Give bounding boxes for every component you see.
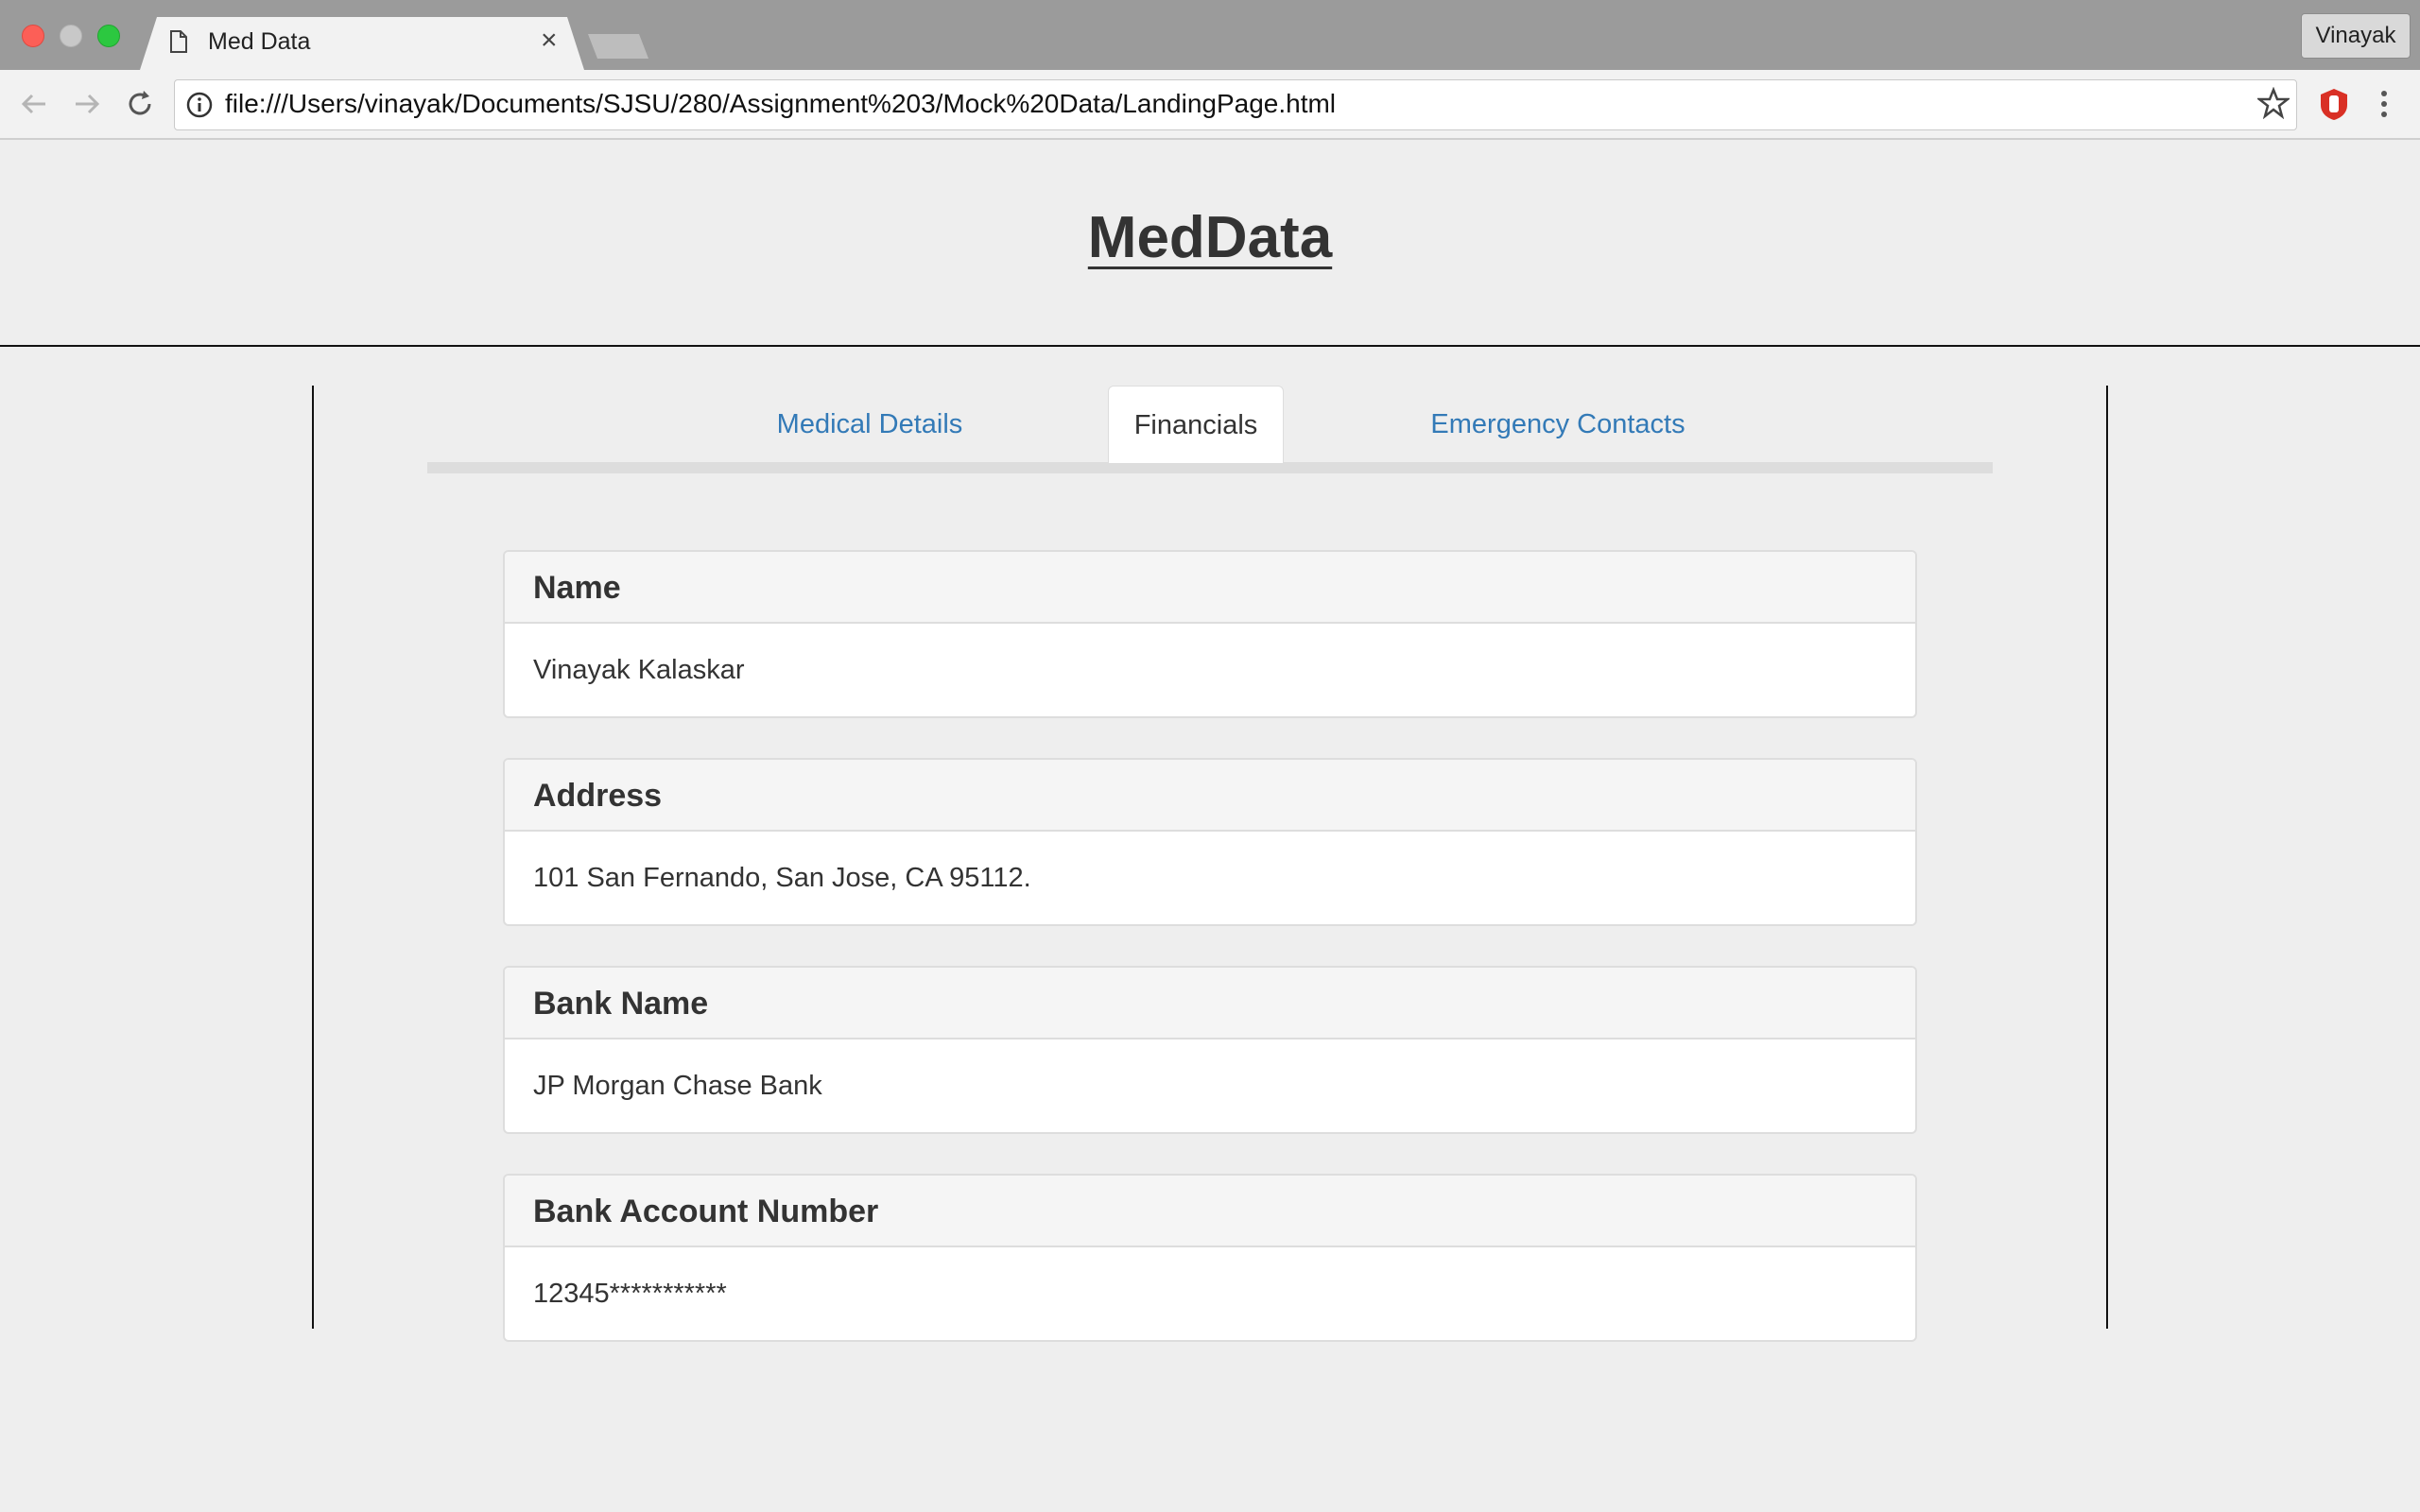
tab-emergency-contacts[interactable]: Emergency Contacts — [1418, 386, 1698, 463]
tab-medical-details[interactable]: Medical Details — [756, 386, 983, 463]
window-close-button[interactable] — [22, 25, 44, 47]
window-minimize-button[interactable] — [60, 25, 82, 47]
star-icon[interactable] — [2257, 87, 2290, 119]
kebab-menu-icon[interactable] — [2375, 87, 2394, 121]
bank-account-panel: Bank Account Number 12345*********** — [503, 1174, 1917, 1342]
right-border-line — [2106, 386, 2108, 1329]
panel-value: 101 San Fernando, San Jose, CA 95112. — [533, 863, 1031, 893]
back-arrow-icon[interactable] — [17, 87, 51, 121]
browser-tab-active[interactable] — [140, 17, 584, 70]
page-icon — [170, 30, 187, 53]
browser-tab-title: Med Data — [208, 28, 311, 55]
forward-arrow-icon[interactable] — [70, 87, 104, 121]
address-panel: Address 101 San Fernando, San Jose, CA 9… — [503, 758, 1917, 926]
tab-close-icon[interactable]: × — [541, 26, 558, 55]
profile-button[interactable]: Vinayak — [2301, 13, 2411, 59]
panel-value: 12345*********** — [533, 1279, 727, 1309]
panel-value: Vinayak Kalaskar — [533, 655, 745, 685]
panel-heading: Name — [505, 552, 1915, 624]
header-divider — [0, 345, 2420, 347]
extension-icon[interactable] — [2318, 87, 2350, 121]
url-text[interactable]: file:///Users/vinayak/Documents/SJSU/280… — [225, 89, 1336, 119]
left-border-line — [312, 386, 314, 1329]
reload-icon[interactable] — [123, 87, 157, 121]
new-tab-button[interactable] — [588, 34, 648, 59]
panel-heading: Address — [505, 760, 1915, 832]
panel-heading: Bank Account Number — [505, 1176, 1915, 1247]
window-maximize-button[interactable] — [97, 25, 120, 47]
bank-name-panel: Bank Name JP Morgan Chase Bank — [503, 966, 1917, 1134]
panel-value: JP Morgan Chase Bank — [533, 1071, 822, 1101]
info-icon[interactable] — [185, 91, 214, 119]
panel-heading: Bank Name — [505, 968, 1915, 1040]
tab-financials[interactable]: Financials — [1108, 386, 1284, 463]
name-panel: Name Vinayak Kalaskar — [503, 550, 1917, 718]
site-header: MedData — [0, 204, 2420, 271]
site-title[interactable]: MedData — [1088, 205, 1332, 270]
